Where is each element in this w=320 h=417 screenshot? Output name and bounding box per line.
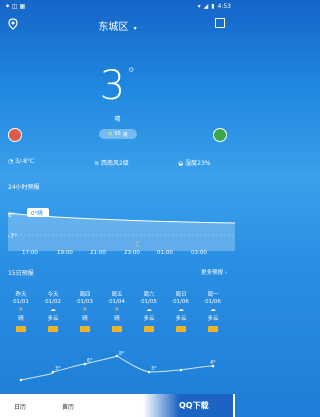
aqi-value: 65 (114, 131, 121, 137)
sun-icon: ☀ (18, 307, 24, 313)
day-name: 周四 (79, 292, 91, 298)
day-condition: 晴 (114, 316, 120, 322)
chevron-right-icon: › (224, 270, 227, 276)
day-date: 01/02 (45, 299, 61, 305)
degree-symbol: ° (127, 64, 136, 83)
share-icon[interactable] (215, 18, 225, 28)
day-name: 今天 (47, 292, 59, 298)
aqi-badge (6, 326, 36, 334)
hourly-high-label: 6° (8, 212, 15, 219)
day-forecast[interactable]: 周五 01/04 ☀ 晴 (102, 290, 132, 334)
daily-high-label: 8° (119, 351, 125, 357)
sun-icon: ☀ (114, 307, 120, 313)
moon-icon: ☾ (135, 240, 142, 249)
more-forecast-link[interactable]: 更多预报 › (201, 268, 227, 276)
health-icon[interactable] (213, 128, 227, 142)
day-name: 周五 (111, 292, 123, 298)
daily-high-label: 6° (87, 358, 93, 364)
wind-stat: ≋ 西南风2级 (94, 158, 129, 167)
wifi-icon: ▾ (197, 3, 201, 10)
cloud-icon: ☁ (50, 307, 56, 313)
day-condition: 多云 (143, 316, 155, 322)
humidity-text: 湿度23% (185, 160, 211, 167)
chevron-down-icon: ▾ (133, 25, 137, 32)
day-condition: 晴 (18, 316, 24, 322)
hour-time: 03:00 (191, 250, 207, 256)
hour-time: 01:00 (157, 250, 173, 256)
day-date: 01/06 (205, 299, 221, 305)
red-envelope-icon[interactable] (8, 128, 22, 142)
day-date: 01/06 (173, 299, 189, 305)
day-date: 01/01 (13, 299, 29, 305)
watermark-logo: QQ下载 (143, 394, 233, 417)
aqi-label: 良 (122, 131, 128, 138)
day-forecast[interactable]: 今天 01/02 ☁ 多云 (38, 290, 68, 334)
temp-range-text: 3/-8°C (15, 158, 35, 165)
day-date: 01/03 (77, 299, 93, 305)
status-time: 4:53 (217, 3, 231, 10)
daily-temp-chart: 3° 6° 8° 3° 4° (19, 351, 216, 382)
status-right: ▾ ◢ ▮ 4:53 (198, 3, 231, 10)
day-forecast[interactable]: 昨天 01/01 ☀ 晴 (6, 290, 36, 334)
cloud-icon: ☁ (178, 307, 184, 313)
wind-text: 西南风2级 (100, 160, 129, 167)
day-condition: 多云 (47, 316, 59, 322)
top-toolbar: 东城区 ▾ (0, 14, 235, 36)
hour-time: 23:00 (124, 250, 140, 256)
status-bar: ⚫ ◫ ▦ ▾ ◢ ▮ 4:53 (0, 0, 235, 14)
aqi-badge (198, 326, 228, 334)
status-left-icons: ⚫ ◫ ▦ (5, 3, 26, 10)
humidity-stat: ◒ 湿度23% (178, 158, 211, 167)
sun-icon: ☀ (82, 307, 88, 313)
daily-high-label: 4° (210, 360, 216, 366)
aqi-badge (102, 326, 132, 334)
aqi-badge (70, 326, 100, 334)
day-condition: 多云 (175, 316, 187, 322)
city-selector[interactable]: 东城区 ▾ (0, 18, 235, 33)
day-forecast[interactable]: 周六 01/05 ☁ 多云 (134, 290, 164, 334)
current-temperature: 3 ° (0, 63, 235, 109)
aqi-badge (38, 326, 68, 334)
aqi-badge (166, 326, 196, 334)
day-date: 01/04 (109, 299, 125, 305)
day-name: 周六 (143, 292, 155, 298)
temp-range-stat: ◔ 3/-8°C (8, 158, 34, 165)
hour-time: 17:00 (22, 250, 38, 256)
hourly-title: 24小时预报 (8, 184, 40, 191)
aqi-badge[interactable]: ● 65 良 (99, 129, 137, 139)
hourly-low-label: -7° (8, 233, 17, 240)
day-forecast[interactable]: 周日 01/06 ☁ 多云 (166, 290, 196, 334)
daily-high-label: 3° (151, 366, 157, 372)
hour-time: 19:00 (57, 250, 73, 256)
day-condition: 晴 (82, 316, 88, 322)
signal-icon: ◢ (203, 3, 209, 10)
hourly-tooltip: 0°晴 (31, 209, 43, 217)
day-name: 周一 (207, 292, 219, 298)
current-condition: 晴 (114, 116, 121, 123)
wind-icon: ≋ (94, 160, 101, 167)
tab-calendar[interactable]: 日历 (14, 402, 26, 411)
day-forecast[interactable]: 周一 01/06 ☁ 多云 (198, 290, 228, 334)
city-name: 东城区 (98, 22, 129, 33)
day-condition: 多云 (207, 316, 219, 322)
hour-time: 21:00 (90, 250, 106, 256)
day-name: 周日 (175, 292, 187, 298)
aqi-badge (134, 326, 164, 334)
day-forecast[interactable]: 周四 01/03 ☀ 晴 (70, 290, 100, 334)
leaf-icon: ● (108, 131, 113, 137)
temperature-value: 3 (99, 63, 126, 109)
cloud-icon: ☁ (146, 307, 152, 313)
day-date: 01/05 (141, 299, 157, 305)
more-forecast-label: 更多预报 (201, 270, 224, 276)
battery-icon: ▮ (211, 3, 215, 10)
cloud-icon: ☁ (210, 307, 216, 313)
daily-high-label: 3° (55, 366, 61, 372)
tab-almanac[interactable]: 黄历 (62, 402, 74, 411)
day-name: 昨天 (15, 292, 27, 298)
daily-title: 15日预报 (8, 270, 34, 277)
